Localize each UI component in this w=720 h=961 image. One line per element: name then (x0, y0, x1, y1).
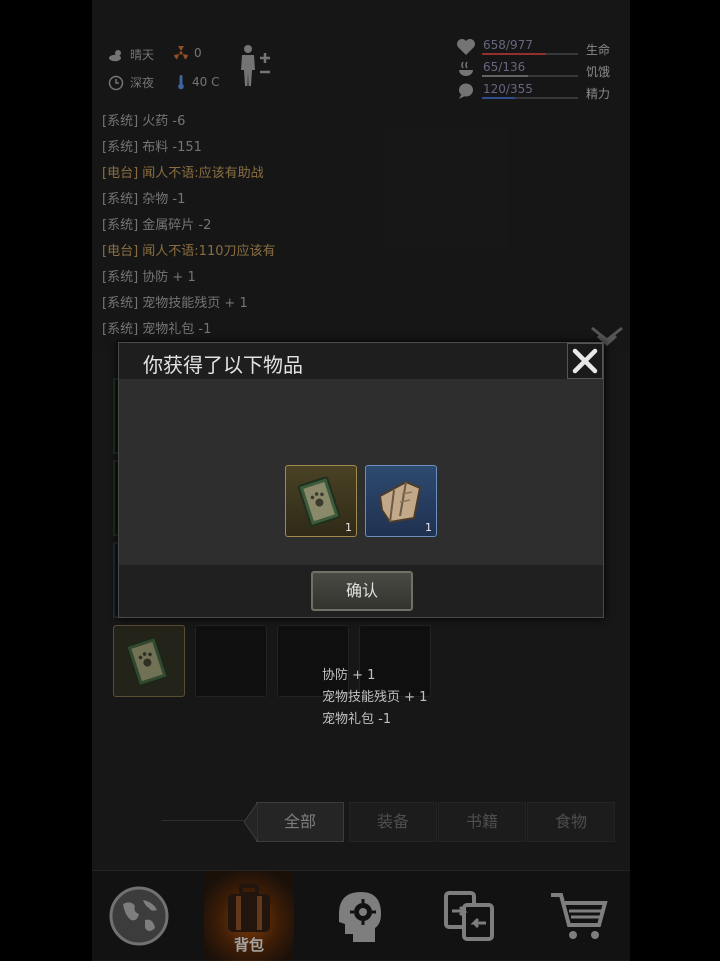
close-icon (572, 348, 598, 374)
item-count: 1 (425, 521, 432, 534)
dialog-body: 1 1 (119, 379, 603, 565)
item-count: 1 (345, 521, 352, 534)
reward-item-pet-book[interactable]: 1 (285, 465, 357, 537)
reward-item-skill-page[interactable]: 1 (365, 465, 437, 537)
confirm-button[interactable]: 确认 (311, 571, 413, 611)
reward-dialog: 你获得了以下物品 1 1 确认 (118, 342, 604, 618)
close-button[interactable] (567, 343, 603, 379)
dialog-title: 你获得了以下物品 (143, 353, 303, 377)
